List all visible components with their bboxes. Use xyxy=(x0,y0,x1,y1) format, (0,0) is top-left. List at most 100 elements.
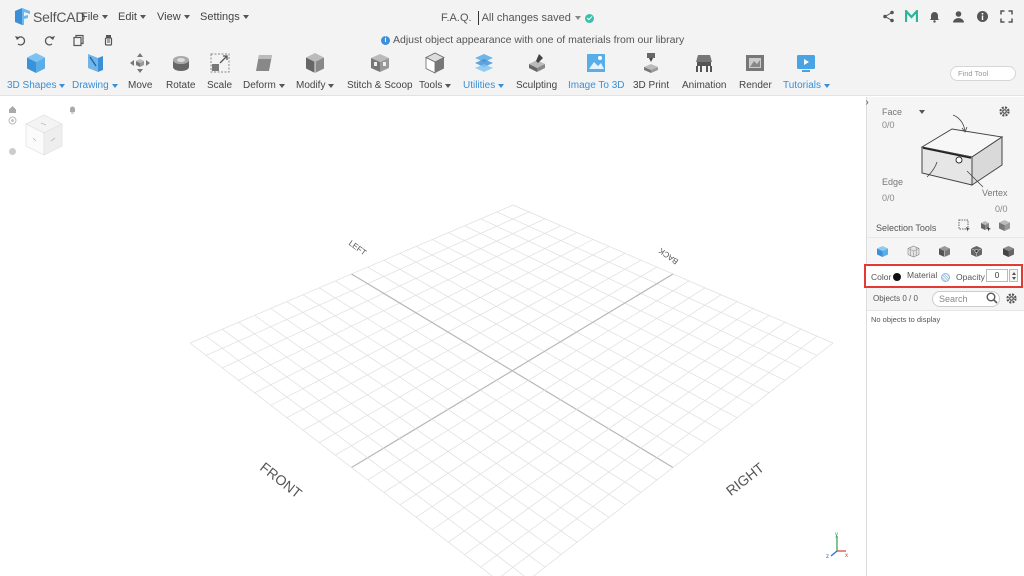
tool-3d-print-label: 3D Print xyxy=(633,80,670,91)
menu-settings-label: Settings xyxy=(200,11,240,23)
undo-icon[interactable] xyxy=(14,34,27,47)
tool-3d-shapes-label: 3D Shapes xyxy=(7,80,66,91)
chevron-down-icon xyxy=(59,83,66,88)
tool-image-to-3d[interactable]: Image To 3D xyxy=(568,52,625,96)
chevron-down-icon xyxy=(242,15,249,19)
vertex-mode-icon[interactable] xyxy=(1002,245,1015,258)
main-toolbar: 3D Shapes Drawing Move Rotate Scale Defo… xyxy=(0,50,1024,96)
vertex-label[interactable]: Vertex xyxy=(982,188,1008,198)
modify-icon xyxy=(306,53,325,73)
selection-box-diagram[interactable] xyxy=(917,107,1017,197)
paint-icon[interactable] xyxy=(102,34,115,47)
chevron-down-icon xyxy=(101,15,108,19)
chevron-down-icon[interactable] xyxy=(574,16,581,20)
user-icon[interactable] xyxy=(952,10,965,23)
axis-z-label: z xyxy=(826,554,829,559)
menu-edit[interactable]: Edit xyxy=(118,11,146,23)
tool-utilities[interactable]: Utilities xyxy=(463,52,505,96)
material-label: Material xyxy=(907,270,938,280)
view-cube[interactable] xyxy=(24,113,64,157)
tool-sculpting[interactable]: Sculpting xyxy=(516,52,557,96)
select-all-icon[interactable] xyxy=(998,219,1011,232)
tool-3d-print[interactable]: 3D Print xyxy=(633,52,669,96)
info-icon[interactable] xyxy=(976,10,989,23)
copy-icon[interactable] xyxy=(72,34,85,47)
bell-icon[interactable] xyxy=(928,10,941,23)
render-icon xyxy=(746,55,765,71)
menu-settings[interactable]: Settings xyxy=(200,11,249,23)
viewport-label-left: LEFT xyxy=(347,239,368,258)
chevron-down-icon xyxy=(823,83,830,88)
edge-label[interactable]: Edge xyxy=(882,177,903,187)
stitch-scoop-icon xyxy=(370,54,389,72)
m-logo-icon[interactable] xyxy=(905,10,918,23)
tool-stitch-scoop[interactable]: Stitch & Scoop xyxy=(347,52,413,96)
chevron-down-icon xyxy=(278,83,285,88)
tools-icon xyxy=(425,52,446,74)
tool-tools[interactable]: Tools xyxy=(419,52,452,96)
title-separator xyxy=(477,11,479,25)
tool-deform[interactable]: Deform xyxy=(243,52,285,96)
document-title[interactable]: F.A.Q. xyxy=(441,12,472,24)
chevron-right-icon[interactable]: › xyxy=(861,97,873,109)
tool-rotate[interactable]: Rotate xyxy=(166,52,195,96)
tool-tutorials[interactable]: Tutorials xyxy=(783,52,830,96)
chevron-down-icon xyxy=(183,15,190,19)
material-swatch[interactable] xyxy=(941,273,950,282)
axis-x-label: x xyxy=(845,553,848,559)
face-label[interactable]: Face xyxy=(882,107,902,117)
selfcad-app: SelfCAD File Edit View Settings F.A.Q. A… xyxy=(0,0,1024,576)
menu-view[interactable]: View xyxy=(157,11,190,23)
label-text: 3D Shapes xyxy=(7,80,57,91)
3d-print-icon xyxy=(644,53,659,73)
tool-render[interactable]: Render xyxy=(739,52,772,96)
3d-viewport[interactable]: FRONT RIGHT LEFT BACK y x z xyxy=(0,97,866,576)
opacity-input[interactable]: 0 xyxy=(986,269,1008,282)
tool-drawing-label: Drawing xyxy=(72,80,118,91)
label-text: Utilities xyxy=(463,80,496,91)
brand-logo[interactable]: SelfCAD xyxy=(14,7,85,26)
save-status: All changes saved xyxy=(481,12,571,24)
camera-icon[interactable] xyxy=(8,147,17,156)
object-mode-icon[interactable] xyxy=(876,245,889,258)
menu-view-label: View xyxy=(157,11,181,23)
color-swatch[interactable] xyxy=(893,273,901,281)
tool-modify[interactable]: Modify xyxy=(296,52,335,96)
focus-icon[interactable] xyxy=(8,116,17,125)
fullscreen-icon[interactable] xyxy=(1000,10,1013,23)
tool-modify-label: Modify xyxy=(296,80,335,91)
tool-drawing[interactable]: Drawing xyxy=(72,52,118,96)
label-text: Tools xyxy=(419,80,443,91)
select-connected-icon[interactable] xyxy=(979,219,992,232)
grid-line xyxy=(222,328,546,568)
selection-tools-row: Selection Tools xyxy=(867,215,1024,237)
selection-tools-label: Selection Tools xyxy=(876,223,937,233)
viewport-label-front: FRONT xyxy=(257,459,305,502)
opacity-stepper[interactable] xyxy=(1009,269,1018,282)
wireframe-mode-icon[interactable] xyxy=(907,245,920,258)
selfcad-logo-icon xyxy=(15,8,30,25)
gear-icon[interactable] xyxy=(1005,292,1018,305)
tool-scale[interactable]: Scale xyxy=(207,52,232,96)
grid-line xyxy=(480,328,802,568)
edge-mode-icon[interactable] xyxy=(970,245,983,258)
axis-y-label: y xyxy=(835,532,838,538)
light-icon[interactable] xyxy=(68,105,77,114)
sculpting-icon xyxy=(528,54,545,72)
menu-bar: SelfCAD File Edit View Settings F.A.Q. A… xyxy=(0,0,1024,34)
share-icon[interactable] xyxy=(882,10,895,23)
redo-icon[interactable] xyxy=(43,34,56,47)
face-mode-icon[interactable] xyxy=(938,245,951,258)
search-icon[interactable] xyxy=(986,292,998,304)
check-icon xyxy=(584,13,594,23)
grid-line xyxy=(500,335,818,576)
home-icon[interactable] xyxy=(8,105,17,114)
grid-line xyxy=(238,322,562,555)
tool-move[interactable]: Move xyxy=(128,52,152,96)
tool-animation[interactable]: Animation xyxy=(682,52,726,96)
find-tool-input[interactable]: Find Tool xyxy=(950,66,1016,81)
select-box-icon[interactable] xyxy=(958,219,971,232)
menu-file[interactable]: File xyxy=(81,11,108,23)
tool-render-label: Render xyxy=(739,80,772,91)
tool-3d-shapes[interactable]: 3D Shapes xyxy=(7,52,66,96)
